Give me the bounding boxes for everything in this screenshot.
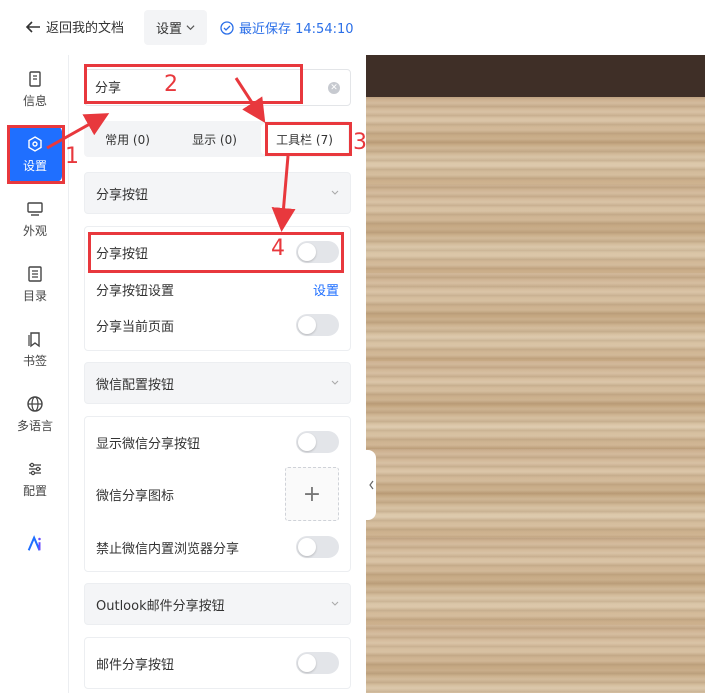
wood-background: [366, 97, 705, 693]
back-label: 返回我的文档: [46, 21, 125, 36]
sidebar-item-config[interactable]: 配置: [8, 451, 62, 507]
check-circle-icon: [220, 20, 234, 35]
section-outlook-share[interactable]: Outlook邮件分享按钮: [84, 583, 351, 625]
save-status: 最近保存 14:54:10: [220, 18, 354, 37]
preview-header-strip: [366, 55, 705, 97]
chevron-down-icon: [331, 601, 339, 606]
setting-row-share-settings: 分享按钮设置 设置: [96, 280, 339, 299]
settings-dropdown[interactable]: 设置: [144, 10, 207, 45]
sidebar-item-toc[interactable]: 目录: [8, 256, 62, 312]
sliders-icon: [29, 462, 41, 475]
settings-tabs: 常用 (0) 显示 (0) 工具栏 (7): [84, 121, 351, 157]
section-wechat-config[interactable]: 微信配置按钮: [84, 362, 351, 404]
setting-label: 邮件分享按钮: [96, 657, 175, 673]
disable-wechat-browser-share-toggle[interactable]: [296, 536, 339, 558]
share-button-card: 分享按钮 分享按钮设置 设置 分享当前页面: [84, 226, 351, 351]
search-input[interactable]: [95, 79, 315, 94]
email-share-toggle[interactable]: [296, 652, 339, 674]
monitor-icon: [27, 201, 43, 216]
tab-toolbar[interactable]: 工具栏 (7): [261, 124, 348, 154]
arrow-left-icon: [25, 20, 40, 33]
left-sidebar: 信息 设置 外观 目录 书签 多语言 配置: [0, 55, 69, 693]
sidebar-item-settings[interactable]: 设置: [8, 126, 62, 182]
wechat-config-card: 显示微信分享按钮 微信分享图标 + 禁止微信内置浏览器分享: [84, 416, 351, 572]
gear-hex-icon: [28, 135, 42, 152]
setting-row-share-current-page: 分享当前页面: [96, 314, 339, 336]
outlook-share-card: 邮件分享按钮: [84, 637, 351, 689]
sidebar-item-info[interactable]: 信息: [8, 61, 62, 117]
setting-label: 分享按钮: [96, 246, 149, 262]
tab-common[interactable]: 常用 (0): [84, 121, 171, 157]
setting-row-share-button: 分享按钮: [96, 241, 339, 263]
section-title: 微信配置按钮: [96, 377, 175, 393]
setting-row-disable-wechat-browser-share: 禁止微信内置浏览器分享: [96, 536, 339, 558]
sidebar-item-label: 书签: [22, 353, 47, 368]
sidebar-item-bookmarks[interactable]: 书签: [8, 321, 62, 377]
save-status-text: 最近保存 14:54:10: [239, 22, 354, 37]
setting-row-show-wechat-share: 显示微信分享按钮: [96, 431, 339, 453]
setting-label: 微信分享图标: [96, 488, 175, 504]
collapse-panel-handle[interactable]: [366, 450, 376, 520]
back-to-documents-link[interactable]: 返回我的文档: [24, 17, 124, 36]
section-title: 分享按钮: [96, 187, 149, 203]
sidebar-item-languages[interactable]: 多语言: [8, 386, 62, 442]
sidebar-item-appearance[interactable]: 外观: [8, 191, 62, 247]
chevron-down-icon: [331, 380, 339, 385]
setting-row-wechat-share-icon: 微信分享图标 +: [96, 467, 339, 521]
sidebar-item-label: 外观: [22, 223, 47, 238]
sidebar-item-label: 配置: [22, 483, 47, 498]
share-button-toggle[interactable]: [296, 241, 339, 263]
section-share-button[interactable]: 分享按钮: [84, 172, 351, 214]
settings-dropdown-label: 设置: [155, 22, 182, 37]
upload-icon-button[interactable]: +: [285, 467, 339, 521]
chevron-down-icon: [186, 25, 195, 31]
sidebar-item-label: 多语言: [16, 418, 53, 433]
document-icon: [29, 70, 41, 87]
setting-row-email-share: 邮件分享按钮: [96, 652, 339, 674]
share-settings-link[interactable]: 设置: [313, 280, 339, 299]
sidebar-item-label: 设置: [22, 158, 47, 173]
list-icon: [28, 265, 42, 282]
share-current-page-toggle[interactable]: [296, 314, 339, 336]
setting-label: 分享按钮设置: [96, 284, 175, 299]
document-preview: [366, 55, 705, 693]
ai-logo-icon: [27, 535, 41, 551]
sidebar-item-label: 目录: [22, 288, 47, 303]
globe-icon: [27, 395, 43, 412]
settings-panel: ✕ 常用 (0) 显示 (0) 工具栏 (7) 分享按钮 分享按钮 分享按钮设置…: [69, 55, 366, 693]
settings-search: ✕: [84, 69, 351, 106]
setting-label: 分享当前页面: [96, 319, 175, 335]
tab-display[interactable]: 显示 (0): [171, 121, 258, 157]
section-title: Outlook邮件分享按钮: [96, 598, 225, 614]
plus-icon: +: [302, 481, 322, 507]
setting-label: 禁止微信内置浏览器分享: [96, 541, 240, 557]
chevron-left-icon: [368, 480, 373, 490]
clear-search-icon[interactable]: ✕: [328, 82, 340, 94]
sidebar-item-label: 信息: [22, 93, 47, 108]
show-wechat-share-toggle[interactable]: [296, 431, 339, 453]
chevron-down-icon: [331, 190, 339, 195]
setting-label: 显示微信分享按钮: [96, 436, 201, 452]
top-bar: 返回我的文档 设置 最近保存 14:54:10: [0, 0, 705, 55]
ai-assistant-button[interactable]: [8, 516, 62, 572]
bookmark-icon: [28, 331, 40, 347]
